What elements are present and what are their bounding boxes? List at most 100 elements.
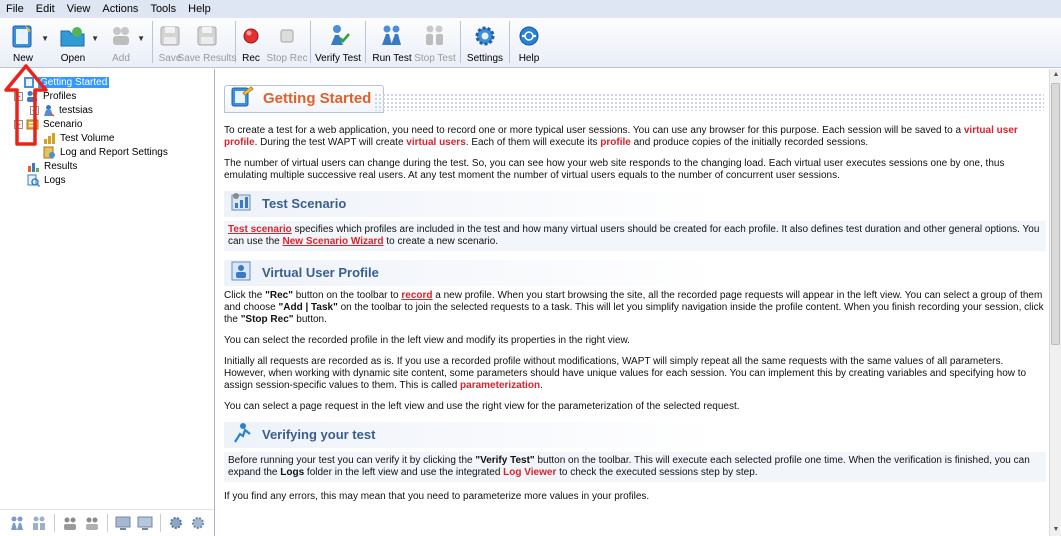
chevron-down-icon[interactable]: ▼: [91, 34, 99, 43]
collapse-icon[interactable]: −: [14, 119, 23, 129]
run-test-button[interactable]: Run Test: [370, 18, 414, 66]
stop-users-icon[interactable]: [30, 514, 48, 532]
profile-link[interactable]: profile: [600, 137, 631, 148]
menu-edit[interactable]: Edit: [36, 3, 55, 15]
add-users-icon[interactable]: [61, 514, 79, 532]
stop-icon: [272, 21, 302, 51]
footer-separator: [107, 514, 108, 532]
save-results-button[interactable]: Save Results: [178, 18, 236, 66]
section-title-virtual-user-profile: Virtual User Profile: [262, 265, 379, 280]
menu-view[interactable]: View: [67, 3, 91, 15]
results-chart-icon: [26, 159, 40, 173]
page-header-tab: Getting Started: [224, 85, 385, 113]
help-button[interactable]: Help: [514, 18, 544, 66]
gear-icon: [470, 21, 500, 51]
toolbar: New ▼ Open ▼ Add ▼ Save Save Results Rec…: [0, 18, 1061, 68]
tree-item-test-volume[interactable]: Test Volume: [42, 131, 116, 145]
page-header: Getting Started: [224, 81, 1046, 117]
menu-file[interactable]: File: [6, 3, 24, 15]
logs-magnifier-icon: [26, 173, 40, 187]
verify-runner-icon: [230, 422, 254, 448]
rec-button[interactable]: Rec: [240, 18, 262, 66]
chevron-down-icon[interactable]: ▼: [137, 34, 145, 43]
virtual-users-link[interactable]: virtual users: [406, 137, 465, 148]
tree-item-profiles[interactable]: − Profiles: [14, 89, 78, 103]
getting-started-icon: [22, 75, 36, 89]
content-pane: Getting Started To create a test for a w…: [216, 69, 1048, 536]
profiles-users-icon: [25, 89, 39, 103]
add-icon: [106, 21, 136, 51]
verify-user-icon: [323, 21, 353, 51]
expand-icon[interactable]: +: [30, 105, 39, 115]
page-title: Getting Started: [263, 90, 372, 107]
parameterization-link[interactable]: parameterization: [460, 380, 540, 391]
verify-paragraph-1: Before running your test you can verify …: [224, 452, 1046, 482]
tree-footer-toolbar: [0, 509, 214, 536]
volume-chart-icon: [42, 131, 56, 145]
section-title-verifying-test: Verifying your test: [262, 427, 376, 442]
toolbar-separator: [310, 21, 311, 63]
open-button[interactable]: Open ▼: [54, 18, 99, 66]
new-scenario-wizard-link[interactable]: New Scenario Wizard: [282, 236, 383, 247]
save-disk-icon: [155, 21, 185, 51]
tree-item-logs[interactable]: Logs: [26, 173, 68, 187]
new-button[interactable]: New ▼: [4, 18, 49, 66]
content-scrollbar[interactable]: ▲ ▼: [1049, 69, 1061, 536]
vup-paragraph-4: You can select a page request in the lef…: [224, 401, 740, 412]
footer-separator: [160, 514, 161, 532]
section-title-test-scenario: Test Scenario: [262, 196, 347, 211]
verify-paragraph-2: If you find any errors, this may mean th…: [224, 491, 650, 502]
help-lifebuoy-icon: [514, 21, 544, 51]
stop-rec-button[interactable]: Stop Rec: [266, 18, 308, 66]
project-tree-panel: Getting Started − Profiles + testsias − …: [0, 69, 215, 536]
monitor-icon[interactable]: [114, 514, 132, 532]
profile-card-icon: [230, 260, 254, 286]
vup-paragraph-1: Click the "Rec" button on the toolbar to…: [224, 290, 1044, 325]
menu-bar: File Edit View Actions Tools Help: [0, 0, 1061, 18]
tree-item-results[interactable]: Results: [26, 159, 79, 173]
tree-item-log-report-settings[interactable]: Log and Report Settings: [42, 145, 170, 159]
scroll-up-icon[interactable]: ▲: [1050, 69, 1061, 81]
record-icon: [236, 21, 266, 51]
menu-actions[interactable]: Actions: [102, 3, 138, 15]
log-viewer-link[interactable]: Log Viewer: [503, 467, 556, 478]
scenario-icon: [25, 117, 39, 131]
stop-users-icon: [420, 21, 450, 51]
settings-button[interactable]: Settings: [465, 18, 505, 66]
toolbar-separator: [152, 21, 153, 63]
gear-icon[interactable]: [189, 514, 207, 532]
add-button[interactable]: Add ▼: [104, 18, 145, 66]
save-results-icon: [192, 21, 222, 51]
user-profile-icon: [41, 103, 55, 117]
menu-help[interactable]: Help: [188, 3, 211, 15]
scenario-paragraph: Test scenario specifies which profiles a…: [224, 221, 1046, 251]
getting-started-document: Getting Started To create a test for a w…: [224, 81, 1046, 512]
new-document-icon: [8, 21, 38, 51]
test-scenario-link[interactable]: Test scenario: [228, 224, 292, 235]
scrollbar-thumb[interactable]: [1051, 83, 1060, 345]
record-link[interactable]: record: [401, 290, 432, 301]
menu-tools[interactable]: Tools: [150, 3, 176, 15]
project-tree: Getting Started − Profiles + testsias − …: [0, 73, 214, 493]
toolbar-separator: [460, 21, 461, 63]
section-header-test-scenario: Test Scenario: [224, 191, 1046, 217]
chevron-down-icon[interactable]: ▼: [41, 34, 49, 43]
collapse-icon[interactable]: −: [14, 91, 23, 101]
header-dot-pattern: [374, 93, 1044, 111]
tree-item-testsias[interactable]: + testsias: [30, 103, 95, 117]
intro-paragraph-1: To create a test for a web application, …: [224, 125, 1018, 148]
stop-test-button[interactable]: Stop Test: [414, 18, 456, 66]
section-header-verifying-test: Verifying your test: [224, 422, 1046, 448]
tree-item-scenario[interactable]: − Scenario: [14, 117, 84, 131]
remove-users-icon[interactable]: [83, 514, 101, 532]
section-header-virtual-user-profile: Virtual User Profile: [224, 260, 1046, 286]
tree-item-getting-started[interactable]: Getting Started: [22, 75, 110, 89]
scenario-chart-icon: [230, 191, 254, 217]
run-users-icon[interactable]: [8, 514, 26, 532]
monitor-settings-icon[interactable]: [136, 514, 154, 532]
vup-paragraph-2: You can select the recorded profile in t…: [224, 335, 630, 346]
gear-icon[interactable]: [167, 514, 185, 532]
footer-separator: [54, 514, 55, 532]
scroll-down-icon[interactable]: ▼: [1050, 524, 1061, 536]
verify-test-button[interactable]: Verify Test: [315, 18, 361, 66]
